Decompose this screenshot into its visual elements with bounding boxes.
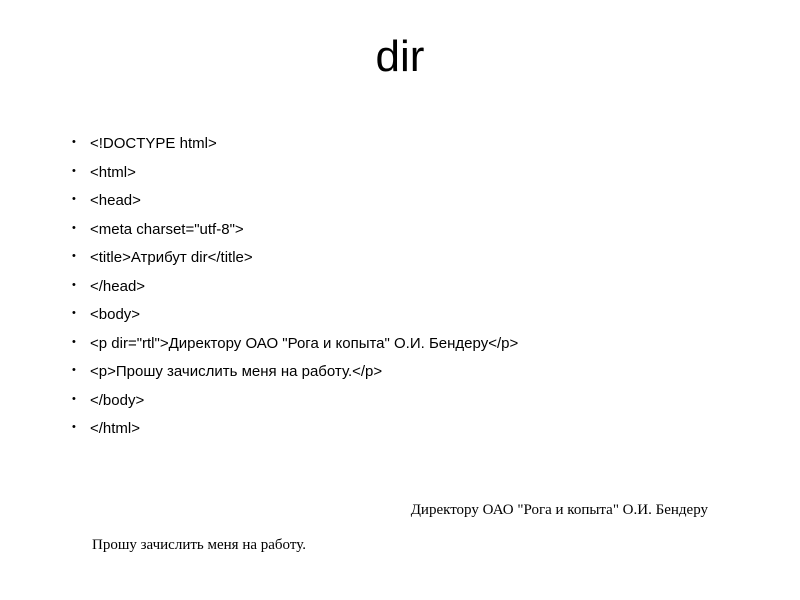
- output-ltr-paragraph: Прошу зачислить меня на работу.: [92, 537, 708, 554]
- code-line: <!DOCTYPE html>: [90, 130, 750, 159]
- page-title: dir: [50, 32, 750, 82]
- code-listing: <!DOCTYPE html> <html> <head> <meta char…: [50, 130, 750, 444]
- output-rtl-paragraph: Директору ОАО "Рога и копыта" О.И. Бенде…: [92, 502, 708, 519]
- code-line: <title>Атрибут dir</title>: [90, 244, 750, 273]
- code-line: <p dir="rtl">Директору ОАО "Рога и копыт…: [90, 330, 750, 359]
- code-line: <body>: [90, 301, 750, 330]
- code-line: </body>: [90, 387, 750, 416]
- code-line: </head>: [90, 273, 750, 302]
- code-line: </html>: [90, 415, 750, 444]
- code-line: <meta charset="utf-8">: [90, 216, 750, 245]
- rendered-output: Директору ОАО "Рога и копыта" О.И. Бенде…: [50, 502, 750, 554]
- code-line: <html>: [90, 159, 750, 188]
- code-line: <head>: [90, 187, 750, 216]
- code-line: <p>Прошу зачислить меня на работу.</p>: [90, 358, 750, 387]
